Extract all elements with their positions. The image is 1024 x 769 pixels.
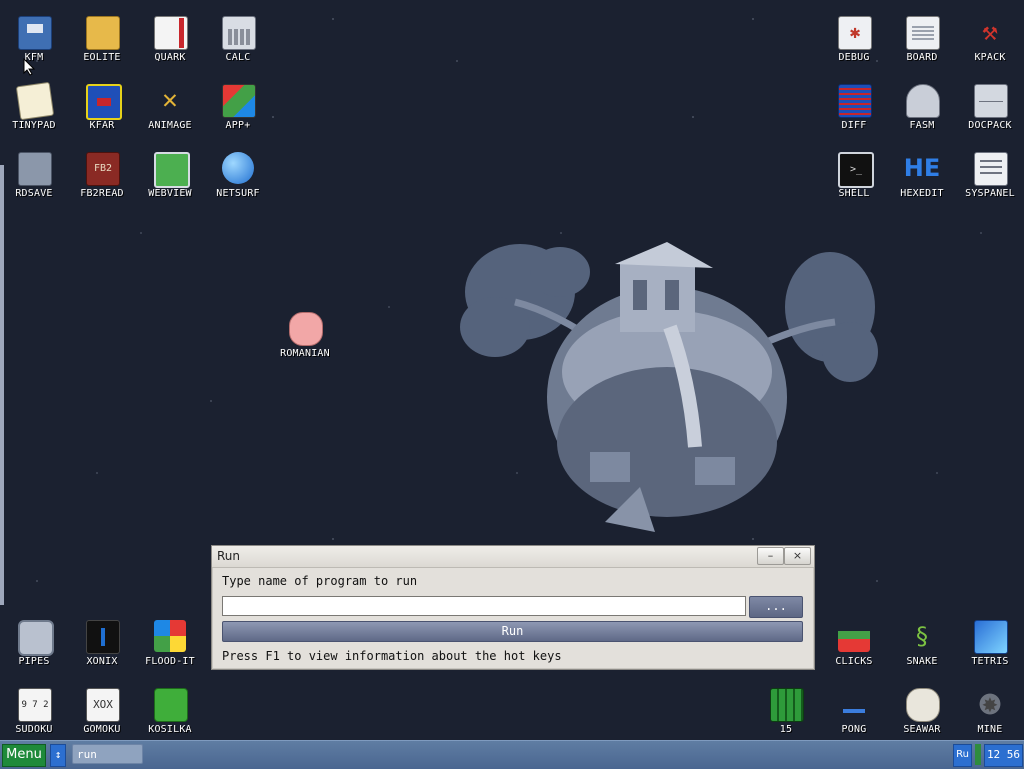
desktop-icon-flood-it[interactable]: FLOOD-IT bbox=[136, 612, 204, 674]
desktop-icon-15[interactable]: 15 bbox=[752, 680, 820, 742]
board-icon bbox=[906, 16, 940, 50]
color-grid-icon bbox=[154, 620, 186, 652]
desktop-icon-romanian[interactable]: ROMANIAN bbox=[271, 304, 339, 366]
ramdisk-save-icon bbox=[18, 152, 52, 186]
desktop-icon-gomoku[interactable]: XOX GOMOKU bbox=[68, 680, 136, 742]
desktop-icon-tetris[interactable]: TETRIS bbox=[956, 612, 1024, 674]
terminal-icon: >_ bbox=[838, 152, 874, 188]
gomoku-icon: XOX bbox=[86, 688, 120, 722]
file-manager-icon bbox=[86, 84, 122, 120]
desktop-icon-seawar[interactable]: SEAWAR bbox=[888, 680, 956, 742]
run-button[interactable]: Run bbox=[222, 621, 803, 642]
desktop-icon-docpack[interactable]: DOCPACK bbox=[956, 76, 1024, 138]
globe-icon bbox=[222, 152, 254, 184]
calculator-icon bbox=[222, 16, 256, 50]
desktop-icon-syspanel[interactable]: SYSPANEL bbox=[956, 144, 1024, 206]
desktop-icon-mine[interactable]: ✸ MINE bbox=[956, 680, 1024, 742]
run-dialog-title: Run bbox=[217, 549, 241, 563]
desktop-icon-kfar[interactable]: KFAR bbox=[68, 76, 136, 138]
taskbar-item-run[interactable]: run bbox=[72, 744, 143, 764]
desktop-icon-animage[interactable]: ✕ ANIMAGE bbox=[136, 76, 204, 138]
tray-separator bbox=[975, 744, 981, 765]
desktop-icon-calc[interactable]: CALC bbox=[204, 8, 272, 70]
notepad-icon bbox=[15, 81, 55, 121]
desktop-icon-board[interactable]: BOARD bbox=[888, 8, 956, 70]
sudoku-icon: 9 7 2 bbox=[18, 688, 52, 722]
cabinet-icon bbox=[974, 84, 1008, 118]
desktop-icon-sudoku[interactable]: 9 7 2 SUDOKU bbox=[0, 680, 68, 742]
desktop-icon-webview[interactable]: WEBVIEW bbox=[136, 144, 204, 206]
minimize-button[interactable]: – bbox=[757, 547, 784, 565]
desktop-icon-pong[interactable]: PONG bbox=[820, 680, 888, 742]
desktop-icon-fasm[interactable]: FASM bbox=[888, 76, 956, 138]
left-edge-panel bbox=[0, 165, 4, 605]
assembler-icon bbox=[906, 84, 940, 118]
fifteen-puzzle-icon bbox=[770, 688, 804, 722]
desktop-icon-clicks[interactable]: CLICKS bbox=[820, 612, 888, 674]
blocks-icon bbox=[838, 620, 870, 652]
hammer-icon: ⚒ bbox=[982, 17, 998, 47]
clock[interactable]: 12 56 bbox=[984, 744, 1023, 767]
menu-button[interactable]: Menu bbox=[2, 744, 46, 767]
desktop-icon-hexedit[interactable]: HE HEXEDIT bbox=[888, 144, 956, 206]
paint-tools-icon: ✕ bbox=[162, 85, 178, 115]
browse-button[interactable]: ... bbox=[749, 596, 803, 618]
desktop-icon-snake[interactable]: § SNAKE bbox=[888, 612, 956, 674]
desktop-icon-diff[interactable]: DIFF bbox=[820, 76, 888, 138]
mouse-cursor-icon bbox=[23, 58, 35, 76]
diff-icon bbox=[838, 84, 872, 118]
desktop-icon-eolite[interactable]: EOLITE bbox=[68, 8, 136, 70]
run-prompt-label: Type name of program to run bbox=[222, 574, 418, 588]
bug-icon: ✱ bbox=[838, 16, 872, 50]
desktop-icon-netsurf[interactable]: NETSURF bbox=[204, 144, 272, 206]
desktop-icon-fb2read[interactable]: FB2 FB2READ bbox=[68, 144, 136, 206]
hotkeys-hint: Press F1 to view information about the h… bbox=[222, 649, 562, 663]
desktop-icon-rdsave[interactable]: RDSAVE bbox=[0, 144, 68, 206]
floppy-disk-icon bbox=[18, 16, 52, 50]
desktop-icon-pipes[interactable]: PIPES bbox=[0, 612, 68, 674]
pig-icon bbox=[289, 312, 323, 346]
run-dialog: Run – × Type name of program to run ... … bbox=[211, 545, 815, 670]
desktop-icon-kosilka[interactable]: KOSILKA bbox=[136, 680, 204, 742]
cube-icon bbox=[222, 84, 256, 118]
book-icon: FB2 bbox=[86, 152, 120, 186]
notebook-icon bbox=[154, 16, 188, 50]
folder-icon bbox=[86, 16, 120, 50]
pipes-icon bbox=[18, 620, 54, 656]
tree-house-wallpaper bbox=[460, 242, 878, 532]
sliders-icon bbox=[974, 152, 1008, 186]
desktop-icon-shell[interactable]: >_ SHELL bbox=[820, 144, 888, 206]
browser-icon bbox=[154, 152, 190, 188]
close-button[interactable]: × bbox=[784, 547, 811, 565]
xonix-icon bbox=[86, 620, 120, 654]
tetris-icon bbox=[974, 620, 1008, 654]
taskbar: Menu ↕ run Ru 12 56 bbox=[0, 740, 1024, 769]
desktop-icon-kpack[interactable]: ⚒ KPACK bbox=[956, 8, 1024, 70]
desktop-icon-xonix[interactable]: XONIX bbox=[68, 612, 136, 674]
desktop-icon-debug[interactable]: ✱ DEBUG bbox=[820, 8, 888, 70]
desktop-icon-app-plus[interactable]: APP+ bbox=[204, 76, 272, 138]
desktop-icon-tinypad[interactable]: TINYPAD bbox=[0, 76, 68, 138]
run-dialog-titlebar[interactable]: Run – × bbox=[212, 546, 814, 568]
keyboard-layout-indicator[interactable]: Ru bbox=[953, 744, 972, 767]
hex-icon: HE bbox=[903, 154, 941, 182]
snake-icon: § bbox=[914, 622, 930, 650]
seawar-icon bbox=[906, 688, 940, 722]
lawnmower-icon bbox=[154, 688, 188, 722]
mine-icon: ✸ bbox=[974, 688, 1006, 720]
pong-icon bbox=[838, 688, 870, 720]
desktop-icon-quark[interactable]: QUARK bbox=[136, 8, 204, 70]
program-name-input[interactable] bbox=[222, 596, 746, 616]
window-switch-button[interactable]: ↕ bbox=[50, 744, 66, 767]
